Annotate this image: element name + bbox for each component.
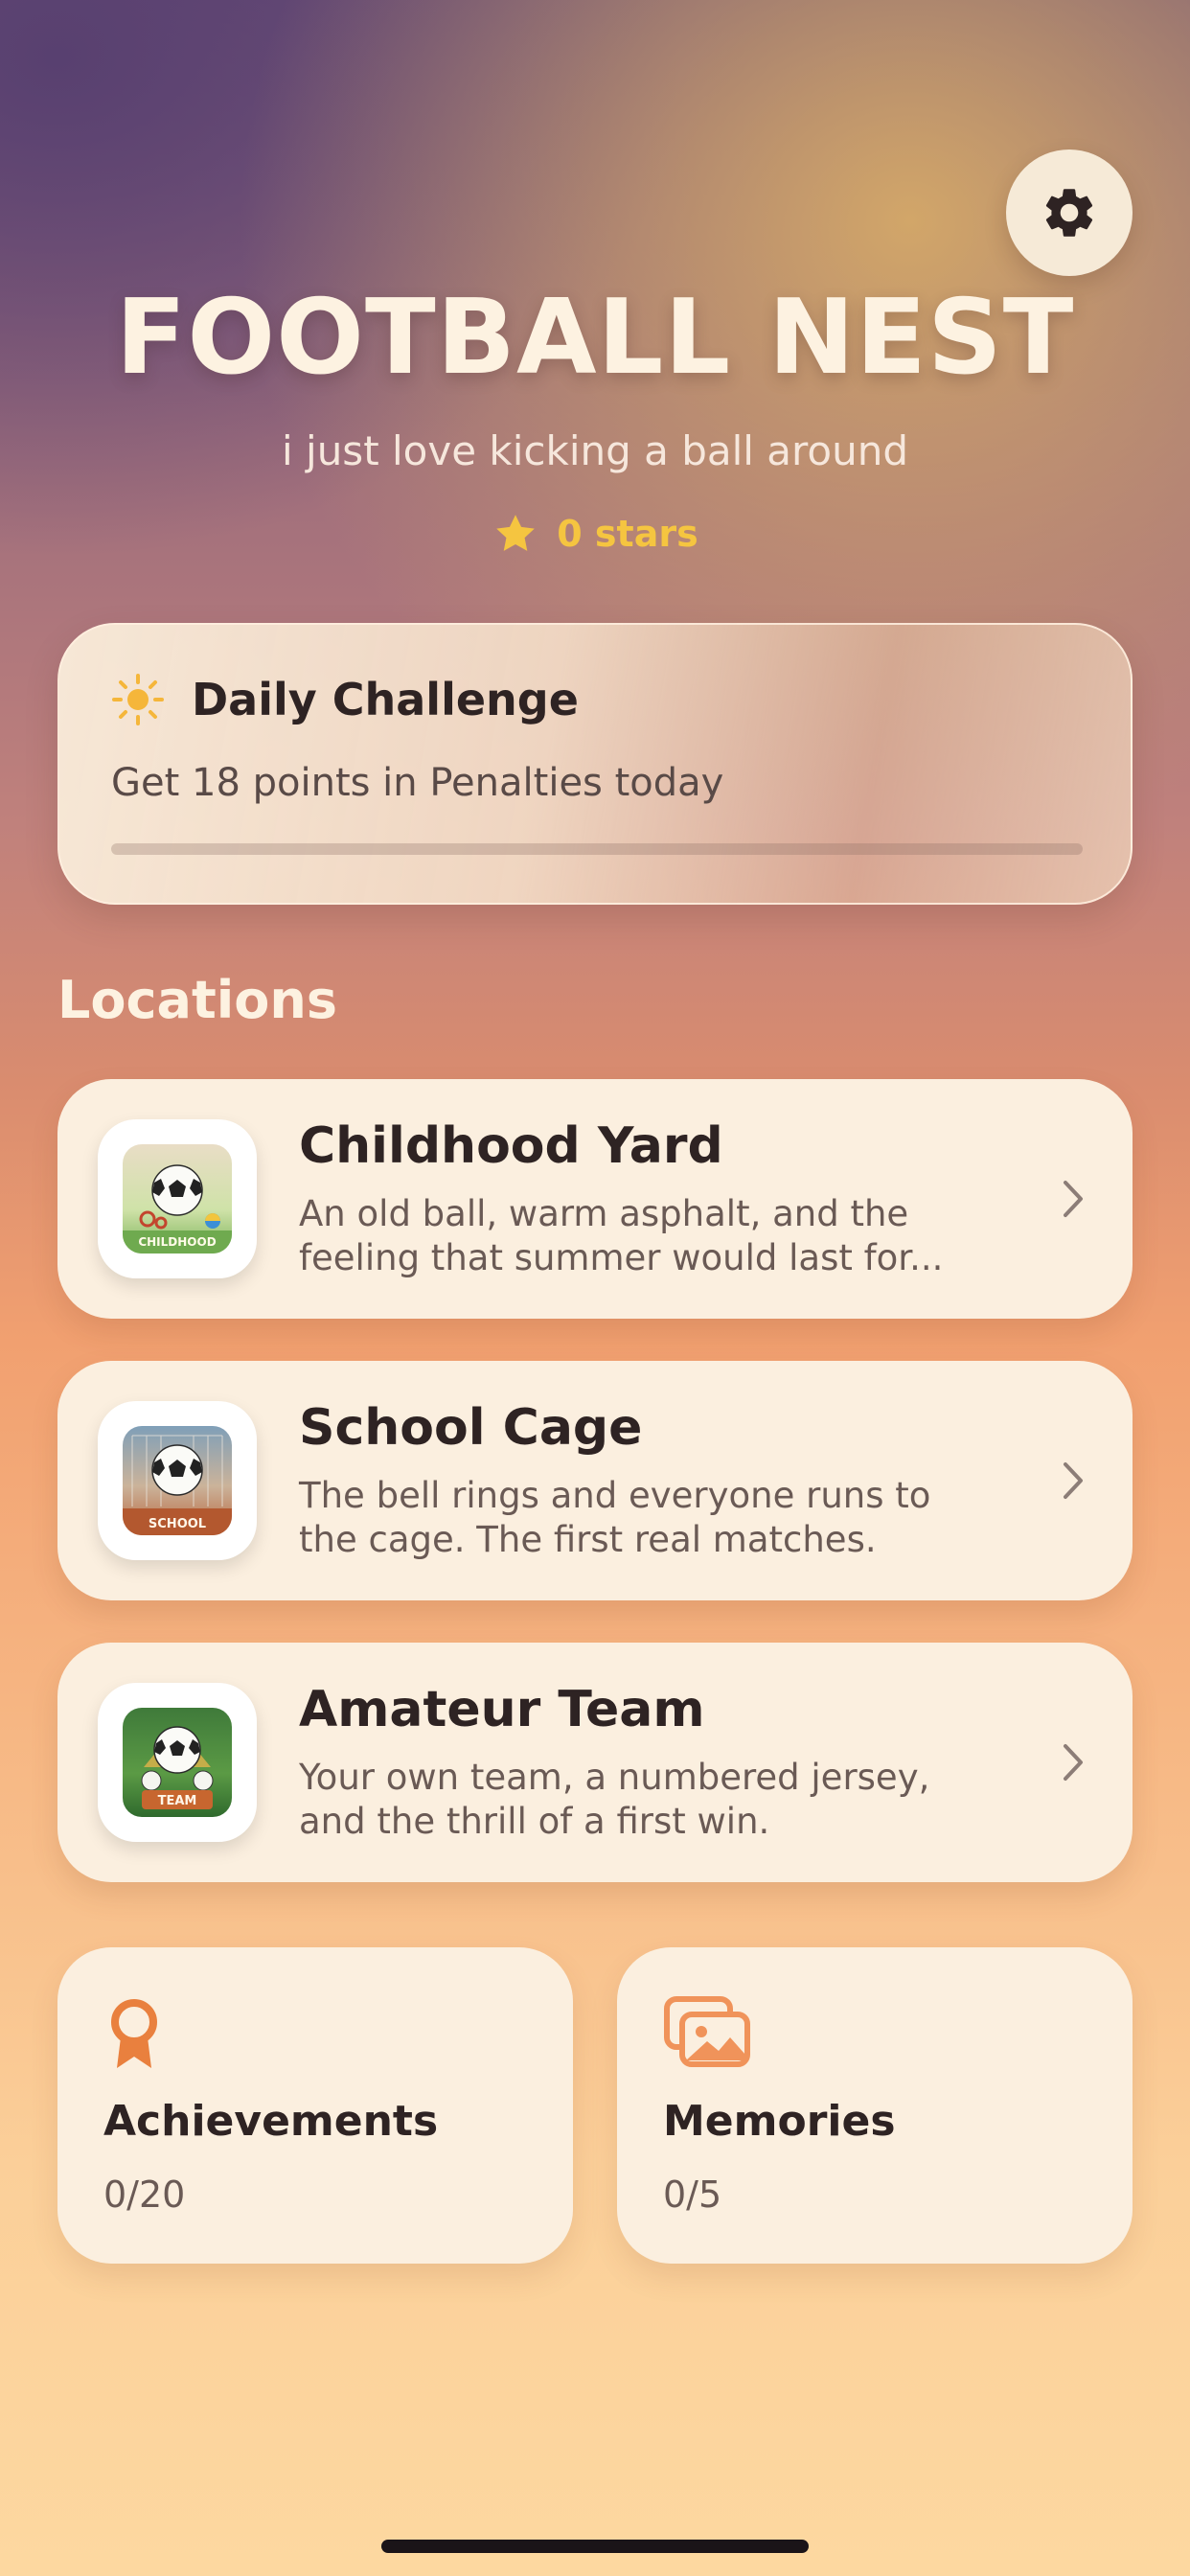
chevron-right-icon: [1064, 1744, 1083, 1781]
location-name: Amateur Team: [299, 1681, 705, 1738]
achievements-count: 0/20: [103, 2174, 186, 2216]
app-title: FOOTBALL NEST: [115, 278, 1075, 398]
location-description: Your own team, a numbered jersey, and th…: [299, 1757, 930, 1842]
daily-challenge-header: Daily Challenge: [109, 671, 579, 728]
gear-icon: [1045, 189, 1093, 237]
daily-challenge-description: Get 18 points in Penalties today: [111, 761, 724, 805]
settings-button[interactable]: [1006, 150, 1133, 276]
school-cage-thumbnail-icon: SCHOOL: [123, 1426, 232, 1535]
daily-challenge-card[interactable]: Daily Challenge Get 18 points in Penalti…: [57, 623, 1133, 905]
school-thumb-label: SCHOOL: [149, 1517, 206, 1531]
ribbon-award-icon: [111, 1999, 157, 2068]
team-thumb-label: TEAM: [158, 1794, 197, 1808]
daily-challenge-title: Daily Challenge: [192, 674, 579, 725]
location-card-school-cage[interactable]: SCHOOL School Cage The bell rings and ev…: [57, 1361, 1133, 1600]
memories-count: 0/5: [663, 2174, 722, 2216]
memories-card[interactable]: Memories 0/5: [617, 1947, 1133, 2264]
location-thumbnail: TEAM: [98, 1683, 257, 1842]
locations-section-title: Locations: [57, 970, 337, 1030]
achievements-card[interactable]: Achievements 0/20: [57, 1947, 573, 2264]
photos-icon: [664, 1996, 750, 2067]
memories-title: Memories: [663, 2097, 896, 2146]
chevron-right-icon: [1064, 1181, 1083, 1217]
childhood-thumb-label: CHILDHOOD: [138, 1235, 216, 1249]
achievements-title: Achievements: [103, 2097, 439, 2146]
location-thumbnail: SCHOOL: [98, 1401, 257, 1560]
daily-challenge-progress-bar: [111, 843, 1083, 855]
location-name: Childhood Yard: [299, 1117, 723, 1175]
location-name: School Cage: [299, 1399, 643, 1457]
chevron-right-icon: [1064, 1462, 1083, 1499]
location-thumbnail: CHILDHOOD: [98, 1119, 257, 1278]
stars-counter: 0 stars: [0, 510, 1190, 558]
amateur-team-thumbnail-icon: TEAM: [123, 1708, 232, 1817]
location-description: The bell rings and everyone runs to the …: [299, 1475, 931, 1560]
location-card-amateur-team[interactable]: TEAM Amateur Team Your own team, a numbe…: [57, 1643, 1133, 1882]
app-subtitle: i just love kicking a ball around: [282, 427, 908, 474]
home-indicator[interactable]: [381, 2540, 809, 2553]
star-icon: [496, 515, 536, 551]
stars-label: 0 stars: [557, 513, 698, 555]
location-card-childhood-yard[interactable]: CHILDHOOD Childhood Yard An old ball, wa…: [57, 1079, 1133, 1319]
location-description: An old ball, warm asphalt, and the feeli…: [299, 1193, 944, 1278]
sun-icon: [112, 674, 164, 725]
childhood-yard-thumbnail-icon: CHILDHOOD: [123, 1144, 232, 1254]
